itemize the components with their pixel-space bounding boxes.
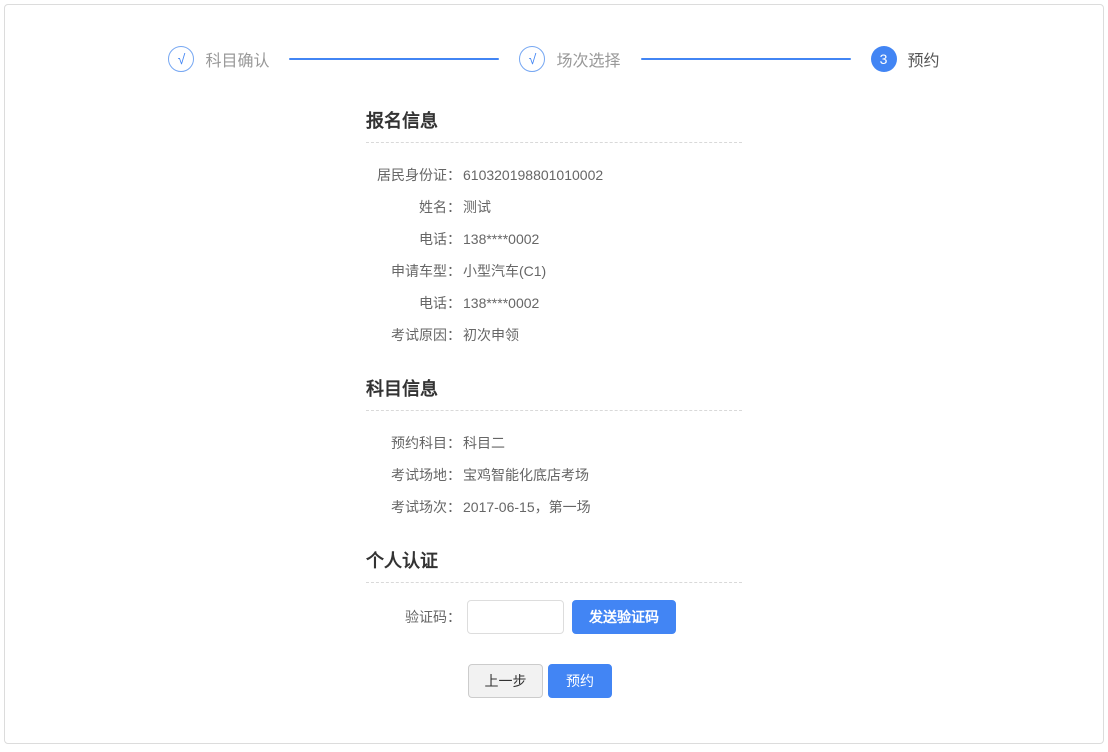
section-registration-info: 报名信息 居民身份证： 610320198801010002 姓名： 测试 电话… bbox=[366, 107, 742, 345]
stepper: √ 科目确认 √ 场次选择 3 预约 bbox=[5, 46, 1103, 72]
field-value: 610320198801010002 bbox=[461, 166, 742, 185]
appointment-page: √ 科目确认 √ 场次选择 3 预约 报名信息 居民身份证： 610320198… bbox=[4, 4, 1104, 744]
field-value: 测试 bbox=[461, 198, 742, 217]
section-title: 个人认证 bbox=[366, 547, 742, 583]
field-row-phone-2: 电话： 138****0002 bbox=[366, 294, 742, 313]
stepper-connector bbox=[289, 58, 499, 60]
field-label: 考试场次： bbox=[366, 498, 461, 517]
registration-fields: 居民身份证： 610320198801010002 姓名： 测试 电话： 138… bbox=[366, 143, 742, 345]
field-value: 138****0002 bbox=[461, 230, 742, 249]
field-label: 居民身份证： bbox=[366, 166, 461, 185]
field-value: 科目二 bbox=[461, 434, 742, 453]
field-row-phone: 电话： 138****0002 bbox=[366, 230, 742, 249]
field-label: 验证码： bbox=[366, 607, 461, 627]
check-icon: √ bbox=[168, 46, 194, 72]
section-personal-verification: 个人认证 验证码： 发送验证码 bbox=[366, 547, 742, 634]
field-row-exam-session: 考试场次： 2017-06-15，第一场 bbox=[366, 498, 742, 517]
subject-fields: 预约科目： 科目二 考试场地： 宝鸡智能化底店考场 考试场次： 2017-06-… bbox=[366, 411, 742, 517]
field-value: 初次申领 bbox=[461, 326, 742, 345]
step-label: 场次选择 bbox=[556, 47, 620, 71]
field-label: 考试原因： bbox=[366, 326, 461, 345]
bottom-actions: 上一步 预约 bbox=[366, 664, 742, 698]
field-label: 电话： bbox=[366, 294, 461, 313]
previous-step-button[interactable]: 上一步 bbox=[468, 664, 543, 698]
field-value: 138****0002 bbox=[461, 294, 742, 313]
field-label: 姓名： bbox=[366, 198, 461, 217]
field-value: 2017-06-15，第一场 bbox=[461, 498, 742, 517]
field-row-vehicle-type: 申请车型： 小型汽车(C1) bbox=[366, 262, 742, 281]
field-row-exam-site: 考试场地： 宝鸡智能化底店考场 bbox=[366, 466, 742, 485]
step-number-badge: 3 bbox=[871, 46, 897, 72]
field-row-exam-reason: 考试原因： 初次申领 bbox=[366, 326, 742, 345]
section-title: 科目信息 bbox=[366, 375, 742, 411]
step-label: 预约 bbox=[908, 47, 940, 71]
field-row-booked-subject: 预约科目： 科目二 bbox=[366, 434, 742, 453]
submit-appointment-button[interactable]: 预约 bbox=[548, 664, 612, 698]
step-session-select: √ 场次选择 bbox=[519, 46, 620, 72]
verification-code-row: 验证码： 发送验证码 bbox=[366, 600, 742, 634]
field-row-name: 姓名： 测试 bbox=[366, 198, 742, 217]
send-code-button[interactable]: 发送验证码 bbox=[572, 600, 676, 634]
step-appointment: 3 预约 bbox=[871, 46, 940, 72]
section-title: 报名信息 bbox=[366, 107, 742, 143]
field-label: 考试场地： bbox=[366, 466, 461, 485]
step-label: 科目确认 bbox=[205, 47, 269, 71]
verification-code-input[interactable] bbox=[467, 600, 564, 634]
field-label: 电话： bbox=[366, 230, 461, 249]
content-column: 报名信息 居民身份证： 610320198801010002 姓名： 测试 电话… bbox=[366, 107, 742, 698]
step-subject-confirm: √ 科目确认 bbox=[168, 46, 269, 72]
field-label: 申请车型： bbox=[366, 262, 461, 281]
stepper-connector bbox=[641, 58, 851, 60]
section-subject-info: 科目信息 预约科目： 科目二 考试场地： 宝鸡智能化底店考场 考试场次： 201… bbox=[366, 375, 742, 517]
check-icon: √ bbox=[519, 46, 545, 72]
field-value: 宝鸡智能化底店考场 bbox=[461, 466, 742, 485]
field-value: 小型汽车(C1) bbox=[461, 262, 742, 281]
field-row-id-number: 居民身份证： 610320198801010002 bbox=[366, 166, 742, 185]
field-label: 预约科目： bbox=[366, 434, 461, 453]
